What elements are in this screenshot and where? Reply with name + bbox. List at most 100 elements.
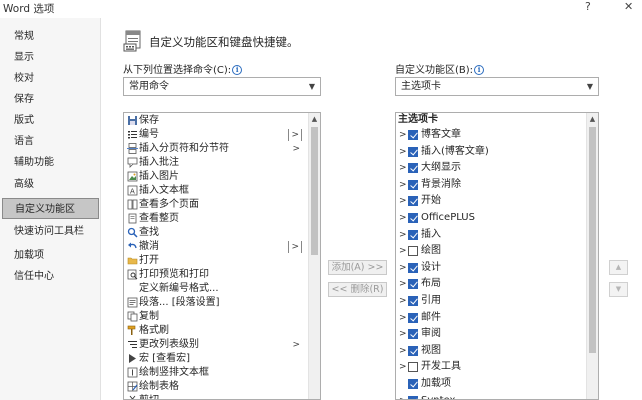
nav-item[interactable]: 版式 [2, 110, 99, 131]
command-item[interactable]: 定义新编号格式... [124, 282, 308, 296]
ribbon-tab-item[interactable]: 加载项 [396, 376, 586, 393]
ribbon-tab-item[interactable]: > 设计 [396, 260, 586, 277]
tab-checkbox[interactable] [408, 362, 418, 373]
expand-chevron-icon[interactable]: > [399, 210, 407, 227]
add-button[interactable]: 添加(A) >> [328, 260, 387, 275]
expand-chevron-icon[interactable]: > [399, 127, 407, 144]
command-item[interactable]: 插入图片 [124, 170, 308, 184]
tab-checkbox[interactable] [408, 179, 418, 190]
expand-chevron-icon[interactable]: > [399, 243, 407, 260]
scroll-thumb[interactable] [589, 127, 596, 353]
command-item[interactable]: 更改列表级别 > [124, 338, 308, 352]
command-item[interactable]: 插入批注 [124, 156, 308, 170]
command-item[interactable]: 打开 [124, 254, 308, 268]
tab-checkbox[interactable] [408, 379, 418, 389]
scroll-thumb[interactable] [311, 127, 318, 255]
ribbon-tab-item[interactable]: > 插入 [396, 227, 586, 244]
commands-source-dropdown[interactable]: 常用命令 ▼ [123, 77, 321, 96]
ribbon-tab-item[interactable]: > Syntex [396, 393, 586, 399]
commands-list[interactable]: 保存 编号 > 插入分页符和分节符 > 插入批注 插入图片 A 插入文本框 查看多个页面 查看整页查… [123, 112, 321, 400]
command-item[interactable]: 查找 [124, 226, 308, 240]
command-item[interactable]: 编号 > [124, 128, 308, 142]
ribbon-tab-item[interactable]: > OfficePLUS [396, 210, 586, 227]
command-item[interactable]: 打印预览和打印 [124, 268, 308, 282]
command-item[interactable]: 保存 [124, 114, 308, 128]
expand-chevron-icon[interactable]: > [399, 359, 407, 376]
ribbon-tab-item[interactable]: > 大纲显示 [396, 160, 586, 177]
nav-item[interactable]: 语言 [2, 131, 99, 152]
info-icon[interactable]: i [232, 65, 243, 75]
tab-checkbox[interactable] [408, 345, 418, 356]
ribbon-tab-item[interactable]: > 开发工具 [396, 359, 586, 376]
ribbon-tab-item[interactable]: > 背景消除 [396, 177, 586, 194]
command-item[interactable]: 插入分页符和分节符 > [124, 142, 308, 156]
tab-checkbox[interactable] [408, 262, 418, 273]
expand-chevron-icon[interactable]: > [399, 393, 407, 399]
expand-chevron-icon[interactable]: > [399, 193, 407, 210]
command-item[interactable]: 查看多个页面 [124, 198, 308, 212]
ribbon-tab-item[interactable]: > 插入(博客文章) [396, 144, 586, 161]
tab-checkbox[interactable] [408, 279, 418, 290]
command-item[interactable]: 复制 [124, 310, 308, 324]
nav-item[interactable]: 显示 [2, 47, 99, 68]
tab-checkbox[interactable] [408, 196, 418, 207]
ribbon-tab-item[interactable]: > 开始 [396, 193, 586, 210]
tab-checkbox[interactable] [408, 229, 418, 240]
command-item[interactable]: 查看整页 [124, 212, 308, 226]
command-item[interactable]: 格式刷 [124, 324, 308, 338]
expand-chevron-icon[interactable]: > [399, 310, 407, 327]
ribbon-tabs-tree[interactable]: 主选项卡 > 博客文章 > 插入(博客文章) > 大纲显示 > 背景消除 > 开始 > OfficeP… [395, 112, 599, 400]
ribbon-tab-item[interactable]: > 视图 [396, 343, 586, 360]
ribbon-tabs-dropdown[interactable]: 主选项卡 ▼ [395, 77, 599, 96]
tab-checkbox[interactable] [408, 130, 418, 140]
ribbon-tab-item[interactable]: > 布局 [396, 276, 586, 293]
tab-checkbox[interactable] [408, 246, 418, 257]
tab-checkbox[interactable] [408, 312, 418, 323]
command-item[interactable]: 宏 [查看宏] [124, 352, 308, 366]
nav-item[interactable]: 自定义功能区 [2, 198, 99, 219]
command-item[interactable]: 段落... [段落设置] [124, 296, 308, 310]
nav-item[interactable]: 保存 [2, 89, 99, 110]
nav-item[interactable]: 快速访问工具栏 [2, 221, 99, 242]
nav-item[interactable]: 校对 [2, 68, 99, 89]
nav-item[interactable]: 常规 [2, 26, 99, 47]
nav-item[interactable]: 辅助功能 [2, 152, 99, 173]
command-item[interactable]: 撤消 > [124, 240, 308, 254]
scroll-up-icon[interactable]: ▲ [309, 113, 320, 125]
remove-button[interactable]: << 删除(R) [328, 282, 387, 297]
ribbon-tab-item[interactable]: > 绘图 [396, 243, 586, 260]
tab-checkbox[interactable] [408, 395, 418, 399]
command-item[interactable]: 绘制竖排文本框 [124, 366, 308, 380]
nav-item[interactable]: 高级 [2, 174, 99, 195]
expand-chevron-icon[interactable]: > [399, 343, 407, 360]
expand-chevron-icon[interactable]: > [399, 144, 407, 161]
expand-chevron-icon[interactable]: > [399, 260, 407, 277]
ribbon-tab-item[interactable]: > 博客文章 [396, 127, 586, 144]
command-item[interactable]: A 插入文本框 [124, 184, 308, 198]
scroll-up-icon[interactable]: ▲ [587, 113, 598, 125]
expand-chevron-icon[interactable]: > [399, 293, 407, 310]
tab-checkbox[interactable] [408, 163, 418, 174]
tab-checkbox[interactable] [408, 213, 418, 223]
close-button[interactable]: ✕ [624, 0, 633, 14]
expand-chevron-icon[interactable]: > [399, 326, 407, 343]
ribbon-tab-item[interactable]: > 引用 [396, 293, 586, 310]
expand-chevron-icon[interactable]: > [399, 276, 407, 293]
expand-chevron-icon[interactable]: > [399, 177, 407, 194]
ribbon-tab-item[interactable]: > 邮件 [396, 310, 586, 327]
commands-scrollbar[interactable]: ▲ [308, 113, 320, 399]
info-icon[interactable]: i [474, 65, 485, 75]
tree-scrollbar[interactable]: ▲ [586, 113, 598, 399]
tab-checkbox[interactable] [408, 329, 418, 340]
ribbon-tab-item[interactable]: > 审阅 [396, 326, 586, 343]
command-item[interactable]: 绘制表格 [124, 380, 308, 394]
command-item[interactable]: 剪切 [124, 394, 308, 399]
help-button[interactable]: ? [585, 0, 591, 14]
tab-checkbox[interactable] [408, 146, 418, 157]
nav-item[interactable]: 加载项 [2, 245, 99, 266]
expand-chevron-icon[interactable]: > [399, 227, 407, 244]
move-up-button[interactable]: ▲ [609, 260, 628, 275]
tab-checkbox[interactable] [408, 296, 418, 306]
expand-chevron-icon[interactable]: > [399, 160, 407, 177]
nav-item[interactable]: 信任中心 [2, 266, 99, 287]
